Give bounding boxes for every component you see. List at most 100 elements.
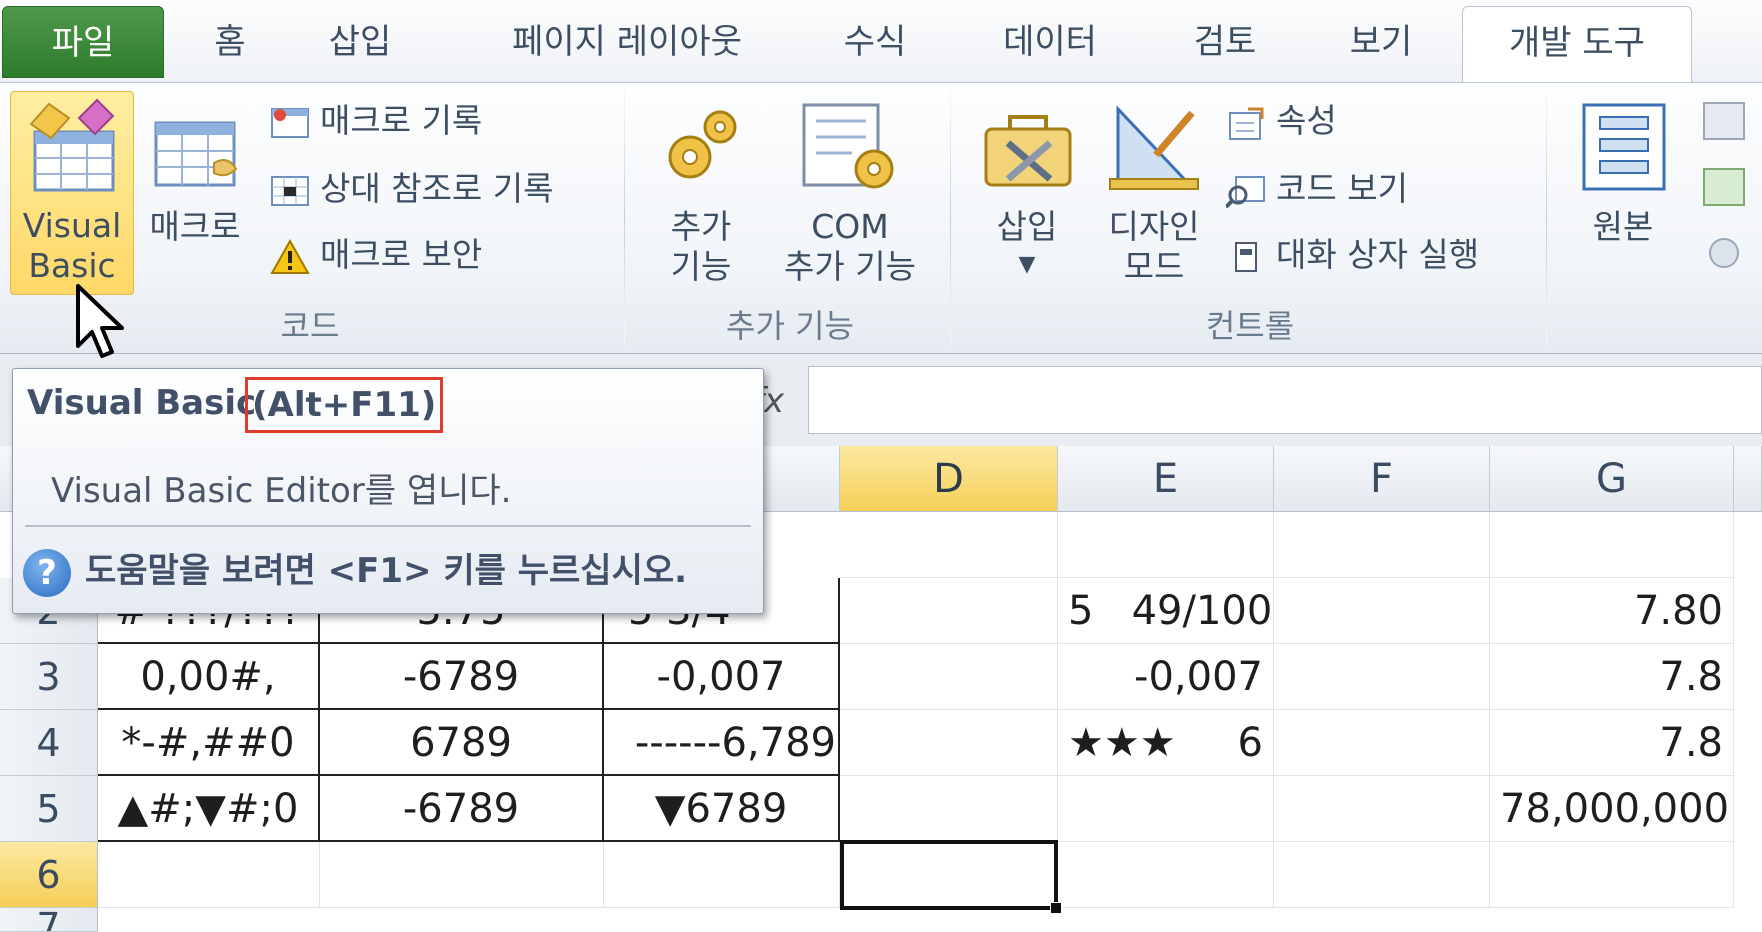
cell-d1[interactable] bbox=[840, 512, 1058, 578]
design-mode-button[interactable]: 디자인 모드 bbox=[1094, 93, 1214, 293]
com-addins-button[interactable]: COM 추가 기능 bbox=[770, 93, 930, 293]
tab-developer[interactable]: 개발 도구 bbox=[1462, 6, 1692, 86]
cell-a4[interactable]: *-#,##0 bbox=[98, 710, 320, 776]
view-code-button[interactable]: 코드 보기 bbox=[1226, 167, 1408, 211]
com-addins-label-2: 추가 기능 bbox=[784, 247, 916, 286]
cell-g4[interactable]: 7.8 bbox=[1490, 710, 1734, 776]
active-cell-d6[interactable] bbox=[840, 840, 1062, 914]
cell-c3[interactable]: -0,007 bbox=[604, 644, 840, 710]
row-header-6[interactable]: 6 bbox=[0, 842, 98, 908]
column-header-h[interactable] bbox=[1734, 446, 1762, 512]
cell-d5[interactable] bbox=[840, 776, 1058, 842]
tooltip-divider bbox=[25, 525, 751, 527]
cell-c6[interactable] bbox=[604, 842, 840, 908]
macro-security-label: 매크로 보안 bbox=[320, 235, 483, 274]
visual-basic-button[interactable]: Visual Basic bbox=[10, 91, 134, 295]
cell-e4-value: 6 bbox=[1237, 720, 1263, 766]
tab-insert[interactable]: 삽입 bbox=[300, 10, 420, 74]
tab-data[interactable]: 데이터 bbox=[980, 10, 1120, 74]
cell-g5[interactable]: 78,000,000 bbox=[1490, 776, 1734, 842]
row-header-7[interactable]: 7 bbox=[0, 908, 98, 932]
column-header-f[interactable]: F bbox=[1274, 446, 1490, 512]
cell-d3[interactable] bbox=[840, 644, 1058, 710]
fill-handle[interactable] bbox=[1050, 902, 1062, 914]
addins-label-1: 추가 bbox=[670, 207, 732, 246]
cell-g6[interactable] bbox=[1490, 842, 1734, 908]
group-separator bbox=[624, 89, 625, 345]
xml-source-button[interactable]: 원본 bbox=[1568, 93, 1678, 293]
xml-small-icons bbox=[1703, 102, 1745, 268]
addins-button[interactable]: 추가 기능 bbox=[646, 93, 756, 293]
macros-label: 매크로 bbox=[149, 207, 241, 246]
cell-g2[interactable]: 7.80 bbox=[1490, 578, 1734, 644]
toolbox-icon bbox=[984, 115, 1072, 187]
tab-page-layout[interactable]: 페이지 레이아웃 bbox=[482, 10, 772, 74]
cell-e4[interactable]: ★★★ 6 bbox=[1058, 710, 1274, 776]
warning-icon bbox=[270, 238, 310, 274]
star-rating: ★★★ bbox=[1068, 720, 1176, 766]
cell-f2[interactable] bbox=[1274, 578, 1490, 644]
row-header-4[interactable]: 4 bbox=[0, 710, 98, 776]
cell-e5[interactable] bbox=[1058, 776, 1274, 842]
cell-d2[interactable] bbox=[840, 578, 1058, 644]
controls-group-label: 컨트롤 bbox=[1205, 307, 1295, 345]
cell-c5[interactable]: ▼6789 bbox=[604, 776, 840, 842]
cell-e6[interactable] bbox=[1058, 842, 1274, 908]
cell-b6[interactable] bbox=[320, 842, 604, 908]
tooltip-help-text: 도움말을 보려면 <F1> 키를 누르십시오. bbox=[85, 551, 688, 591]
cell-f4[interactable] bbox=[1274, 710, 1490, 776]
macros-button[interactable]: 매크로 bbox=[140, 93, 250, 253]
cell-f5[interactable] bbox=[1274, 776, 1490, 842]
cell-g1[interactable] bbox=[1490, 512, 1734, 578]
visual-basic-icon bbox=[29, 98, 115, 192]
tab-home[interactable]: 홈 bbox=[180, 10, 280, 74]
macro-security-button[interactable]: 매크로 보안 bbox=[270, 233, 482, 277]
addins-group-label: 추가 기능 bbox=[726, 307, 854, 345]
cell-a3[interactable]: 0,00#, bbox=[98, 644, 320, 710]
cell-a6[interactable] bbox=[98, 842, 320, 908]
cell-e1[interactable] bbox=[1058, 512, 1274, 578]
com-addins-icon bbox=[802, 103, 894, 189]
ribbon-tab-bar: 파일 홈 삽입 페이지 레이아웃 수식 데이터 검토 보기 개발 도구 bbox=[0, 0, 1762, 86]
gears-icon bbox=[668, 110, 737, 179]
design-mode-label-1: 디자인 bbox=[1108, 207, 1200, 246]
cell-b4[interactable]: 6789 bbox=[320, 710, 604, 776]
tooltip-description: Visual Basic Editor를 엽니다. bbox=[51, 471, 512, 511]
cell-a5[interactable]: ▲#;▼#;0 bbox=[98, 776, 320, 842]
cell-e3[interactable]: -0,007 bbox=[1058, 644, 1274, 710]
group-separator bbox=[1546, 89, 1547, 345]
insert-control-button[interactable]: 삽입 ▼ bbox=[972, 93, 1082, 293]
properties-button[interactable]: 속성 bbox=[1226, 99, 1337, 143]
cell-c4[interactable]: ------6,789 bbox=[604, 710, 840, 776]
run-dialog-button[interactable]: 대화 상자 실행 bbox=[1226, 233, 1479, 277]
column-header-g[interactable]: G bbox=[1490, 446, 1734, 512]
visual-basic-tooltip: Visual Basic (Alt+F11) Visual Basic Edit… bbox=[12, 368, 764, 614]
cell-e2[interactable]: 5 49/100 bbox=[1058, 578, 1274, 644]
cell-f1[interactable] bbox=[1274, 512, 1490, 578]
cell-d4[interactable] bbox=[840, 710, 1058, 776]
tab-review[interactable]: 검토 bbox=[1170, 10, 1280, 74]
record-macro-label: 매크로 기록 bbox=[320, 101, 483, 140]
column-header-d[interactable]: D bbox=[840, 446, 1058, 512]
cell-b3[interactable]: -6789 bbox=[320, 644, 604, 710]
record-macro-button[interactable]: 매크로 기록 bbox=[270, 99, 482, 143]
run-dialog-icon bbox=[1235, 241, 1257, 272]
tab-formulas[interactable]: 수식 bbox=[820, 10, 930, 74]
tab-file[interactable]: 파일 bbox=[2, 6, 164, 78]
record-macro-icon bbox=[271, 107, 309, 138]
cell-f6[interactable] bbox=[1274, 842, 1490, 908]
relative-references-button[interactable]: 상대 참조로 기록 bbox=[270, 167, 554, 211]
mouse-cursor-icon bbox=[76, 284, 124, 358]
run-dialog-label: 대화 상자 실행 bbox=[1276, 235, 1480, 274]
row-header-3[interactable]: 3 bbox=[0, 644, 98, 710]
cell-g3[interactable]: 7.8 bbox=[1490, 644, 1734, 710]
row-header-5[interactable]: 5 bbox=[0, 776, 98, 842]
code-group-label: 코드 bbox=[280, 307, 340, 345]
xml-source-icon bbox=[1582, 103, 1666, 191]
cell-b5[interactable]: -6789 bbox=[320, 776, 604, 842]
formula-input[interactable] bbox=[808, 366, 1762, 434]
cell-f3[interactable] bbox=[1274, 644, 1490, 710]
tab-view[interactable]: 보기 bbox=[1326, 10, 1436, 74]
column-header-e[interactable]: E bbox=[1058, 446, 1274, 512]
tooltip-title: Visual Basic bbox=[27, 383, 257, 423]
